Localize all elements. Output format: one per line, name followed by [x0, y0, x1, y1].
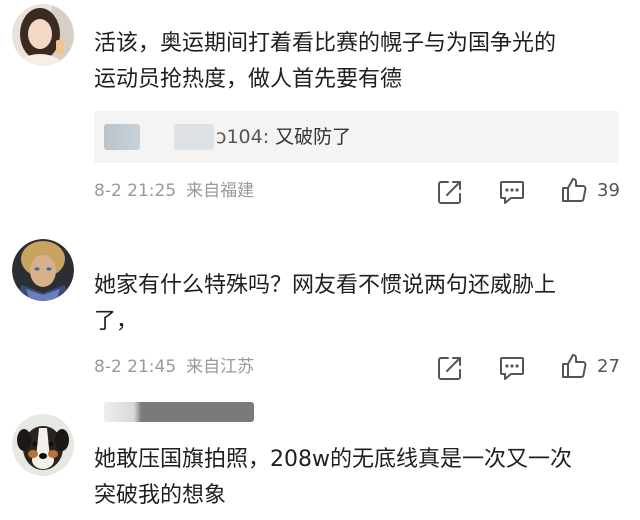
reply-username-blurred	[104, 124, 140, 150]
comment-text-line: 运动员抢热度，做人首先要有德	[94, 67, 403, 92]
avatar[interactable]	[12, 239, 74, 301]
reply-username-prefix: ͻ	[216, 126, 227, 148]
comment-bubble-icon[interactable]	[498, 354, 526, 382]
comment-item: 她家有什么特殊吗？网友看不惯说两句还威胁上 了， 8-2 21:45 来自江苏 2…	[0, 215, 640, 390]
like-count: 39	[597, 180, 620, 201]
reply-username-visible[interactable]: ͻ104:	[216, 126, 275, 148]
comment-bubble-icon[interactable]	[498, 178, 526, 206]
like-count: 27	[597, 356, 620, 377]
avatar[interactable]	[12, 414, 74, 476]
reply-content: ͻ104: 又破防了	[216, 121, 351, 153]
reply-username-suffix: 104:	[226, 126, 270, 148]
reply-text: 又破防了	[275, 126, 352, 148]
thumbs-up-icon[interactable]	[560, 352, 588, 380]
reply-box[interactable]: ͻ104: 又破防了	[94, 111, 619, 163]
comment-text: 活该，奥运期间打着看比赛的幌子与为国争光的 运动员抢热度，做人首先要有德	[94, 26, 624, 98]
comment-text-line: 突破我的想象	[94, 483, 227, 508]
user-avatar-image	[12, 239, 74, 301]
comment-date: 8-2 21:45	[94, 357, 177, 377]
thumbs-up-icon[interactable]	[560, 176, 588, 204]
avatar[interactable]	[12, 4, 74, 66]
comment-text-line: 活该，奥运期间打着看比赛的幌子与为国争光的	[94, 31, 557, 56]
comment-item: 她敢压国旗拍照，208w的无底线真是一次又一次 突破我的想象	[0, 390, 640, 520]
comment-date: 8-2 21:25	[94, 181, 177, 201]
share-square-icon[interactable]	[436, 354, 464, 382]
comment-meta: 8-2 21:45 来自江苏	[94, 355, 254, 379]
comment-location: 来自福建	[186, 181, 255, 201]
comment-meta: 8-2 21:25 来自福建	[94, 179, 254, 203]
username-blurred[interactable]	[104, 402, 254, 422]
comment-text-line: 她敢压国旗拍照，208w的无底线真是一次又一次	[94, 447, 572, 472]
comment-text: 她家有什么特殊吗？网友看不惯说两句还威胁上 了，	[94, 268, 624, 340]
user-avatar-image	[12, 414, 74, 476]
user-avatar-image	[12, 4, 74, 66]
comment-text-line: 她家有什么特殊吗？网友看不惯说两句还威胁上	[94, 273, 557, 298]
comment-text: 她敢压国旗拍照，208w的无底线真是一次又一次 突破我的想象	[94, 442, 624, 514]
share-square-icon[interactable]	[436, 178, 464, 206]
comment-item: 活该，奥运期间打着看比赛的幌子与为国争光的 运动员抢热度，做人首先要有德 ͻ10…	[0, 0, 640, 215]
comment-text-line: 了，	[94, 309, 139, 334]
reply-username-blurred	[174, 124, 214, 150]
comment-location: 来自江苏	[186, 357, 255, 377]
